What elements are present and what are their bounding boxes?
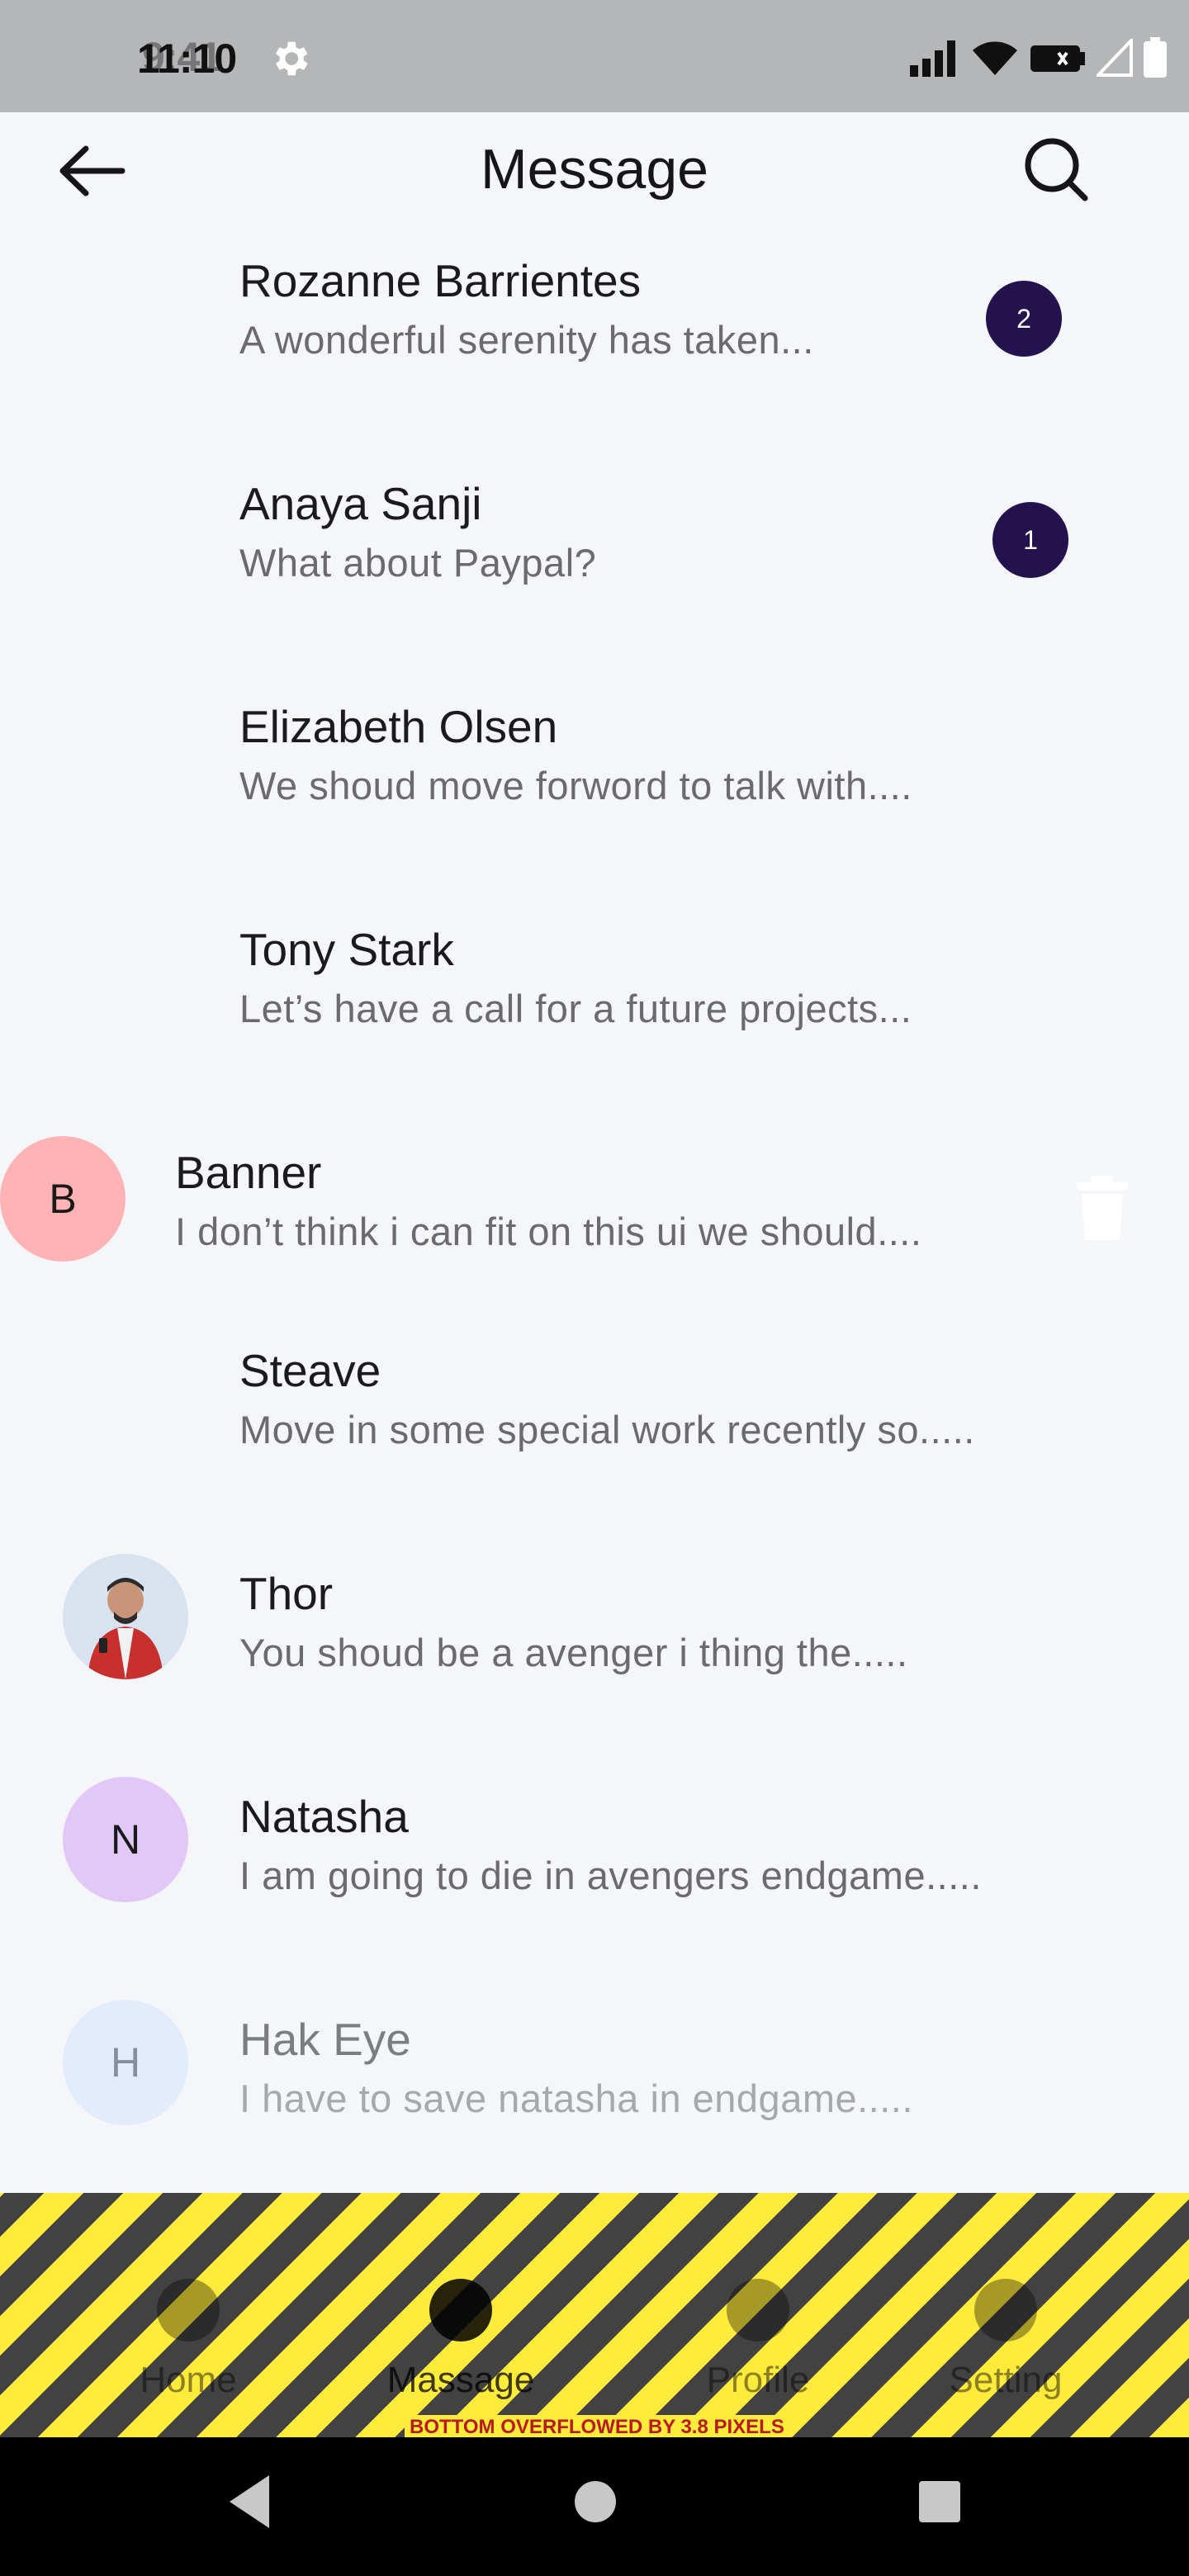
- home-nav-icon[interactable]: [573, 2470, 618, 2533]
- message-preview: Let’s have a call for a future projects.…: [239, 987, 912, 1030]
- contact-name: Steave: [239, 1345, 381, 1396]
- unread-badge: 2: [986, 281, 1062, 357]
- status-icons: [908, 33, 1168, 83]
- avatar: B: [0, 1136, 126, 1262]
- profile-icon: [727, 2279, 789, 2342]
- list-item[interactable]: N Natasha I am going to die in avengers …: [0, 1764, 1189, 1986]
- nav-item-home[interactable]: Home: [58, 2193, 306, 2437]
- battery-full-icon: [1144, 37, 1167, 78]
- message-preview: We shoud move forword to talk with....: [239, 764, 912, 807]
- signal-icon: [910, 40, 955, 77]
- nav-item-profile[interactable]: Profile: [628, 2193, 875, 2437]
- search-icon[interactable]: [1021, 134, 1090, 203]
- home-icon: [157, 2279, 220, 2342]
- nav-item-setting[interactable]: Setting: [875, 2193, 1123, 2437]
- status-bar: 9:41 11:10: [0, 0, 1189, 112]
- nav-label: Setting: [949, 2360, 1063, 2400]
- avatar-photo: [63, 1554, 188, 1679]
- contact-name: Rozanne Barrientes: [239, 255, 642, 306]
- overflow-warning-area: Home Massage Profile Setting: [0, 2193, 1189, 2437]
- message-preview: I don’t think i can fit on this ui we sh…: [175, 1210, 922, 1253]
- contact-name: Anaya Sanji: [239, 478, 482, 529]
- person-photo-icon: [63, 1554, 188, 1679]
- message-preview: What about Paypal?: [239, 541, 597, 585]
- list-item[interactable]: Steave Move in some special work recentl…: [0, 1318, 1189, 1541]
- message-preview: A wonderful serenity has taken...: [239, 318, 814, 362]
- page-title: Message: [481, 138, 708, 201]
- signal-empty-icon: [1097, 39, 1133, 77]
- message-preview: Move in some special work recently so...…: [239, 1408, 975, 1451]
- overflow-warning-label: BOTTOM OVERFLOWED BY 3.8 PIXELS: [405, 2415, 789, 2440]
- battery-icon: [1030, 45, 1085, 72]
- list-item-swiped[interactable]: B Banner I don’t think i can fit on this…: [0, 1120, 1189, 1342]
- message-preview: I am going to die in avengers endgame...…: [239, 1854, 982, 1897]
- list-item[interactable]: Rozanne Barrientes A wonderful serenity …: [0, 228, 1189, 451]
- message-icon: [429, 2279, 492, 2342]
- contact-name: Thor: [239, 1568, 334, 1619]
- contact-name: Banner: [175, 1147, 322, 1198]
- avatar: N: [63, 1777, 188, 1902]
- list-item[interactable]: Anaya Sanji What about Paypal? 1: [0, 451, 1189, 674]
- message-preview: You shoud be a avenger i thing the.....: [239, 1631, 908, 1674]
- recents-nav-icon[interactable]: [917, 2470, 963, 2533]
- nav-item-message[interactable]: Massage: [330, 2193, 578, 2437]
- message-preview: I have to save natasha in endgame.....: [239, 2076, 913, 2120]
- list-item[interactable]: Elizabeth Olsen We shoud move forword to…: [0, 674, 1189, 897]
- back-nav-icon[interactable]: [223, 2470, 281, 2533]
- contact-name: Natasha: [239, 1791, 409, 1842]
- contact-name: Elizabeth Olsen: [239, 701, 558, 752]
- unread-badge: 1: [992, 502, 1068, 578]
- wifi-icon: [973, 41, 1017, 75]
- settings-gear-icon: [275, 41, 308, 76]
- app-bar: Message: [0, 112, 1189, 228]
- list-item[interactable]: Thor You shoud be a avenger i thing the.…: [0, 1541, 1189, 1764]
- system-nav-bar: [0, 2437, 1189, 2576]
- trash-icon[interactable]: [1075, 1176, 1130, 1242]
- status-time: 11:10: [137, 36, 237, 82]
- list-item[interactable]: Tony Stark Let’s have a call for a futur…: [0, 897, 1189, 1120]
- contact-name: Hak Eye: [239, 2014, 411, 2065]
- nav-label: Massage: [386, 2360, 535, 2400]
- contact-name: Tony Stark: [239, 924, 454, 975]
- nav-label: Profile: [706, 2360, 810, 2400]
- list-item[interactable]: H Hak Eye I have to save natasha in endg…: [0, 1986, 1189, 2209]
- nav-label: Home: [140, 2360, 237, 2400]
- avatar: H: [63, 2000, 188, 2125]
- settings-icon: [974, 2279, 1037, 2342]
